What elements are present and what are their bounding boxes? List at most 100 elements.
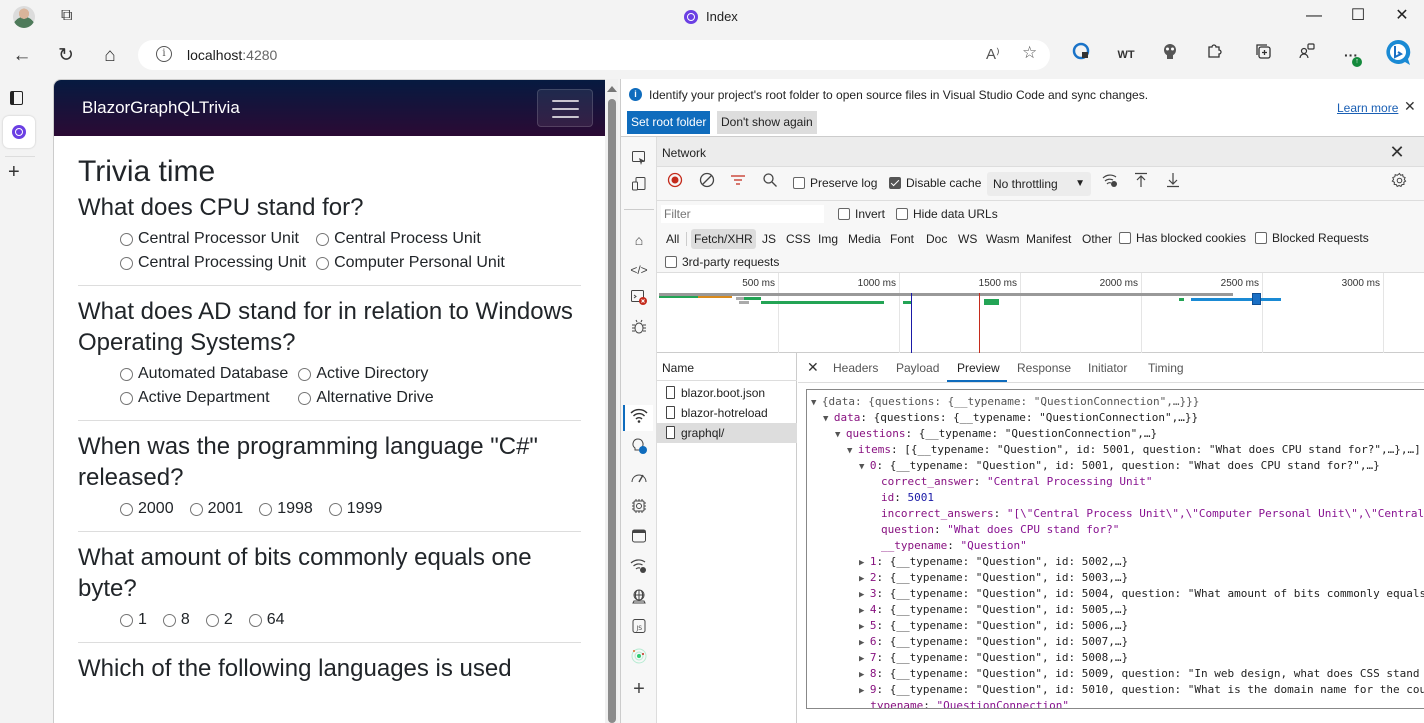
clear-button[interactable]	[695, 172, 719, 196]
filter-type-font[interactable]: Font	[887, 229, 917, 249]
tab-initiator[interactable]: Initiator	[1088, 361, 1127, 375]
radio-button[interactable]	[120, 256, 133, 270]
answer-option[interactable]: 1998	[259, 497, 313, 521]
back-button[interactable]: ←	[8, 42, 36, 70]
answer-option[interactable]: 8	[162, 608, 190, 632]
radio-button[interactable]	[120, 232, 133, 246]
new-tab-button[interactable]: +	[8, 161, 20, 184]
tab-index[interactable]	[3, 116, 35, 148]
expanded-triangle-icon[interactable]: ▼	[859, 462, 870, 472]
collapsed-triangle-icon[interactable]: ▶	[859, 686, 870, 696]
json-line[interactable]: ▶ 3: {__typename: "Question", id: 5004, …	[859, 586, 1424, 603]
answer-option[interactable]: Central Process Unit	[316, 227, 505, 251]
radio-button[interactable]	[316, 256, 330, 270]
collapsed-triangle-icon[interactable]: ▶	[859, 622, 870, 632]
javascript-profiler-icon[interactable]: JS	[627, 617, 651, 641]
profile-avatar[interactable]	[13, 6, 35, 28]
network-console-globe-icon[interactable]	[627, 587, 651, 611]
filter-type-wasm[interactable]: Wasm	[983, 229, 1023, 249]
maximize-button[interactable]: ☐	[1343, 4, 1373, 28]
console-icon[interactable]	[627, 288, 651, 312]
home-button[interactable]: ⌂	[96, 42, 124, 70]
collections-icon[interactable]	[1251, 42, 1275, 68]
minimize-button[interactable]: —	[1299, 4, 1329, 28]
filter-type-other[interactable]: Other	[1079, 229, 1115, 249]
json-line[interactable]: ▶ 9: {__typename: "Question", id: 5010, …	[859, 682, 1424, 699]
answer-option[interactable]: 1	[120, 608, 147, 632]
disable-cache-checkbox[interactable]: Disable cache	[889, 176, 981, 190]
radio-button[interactable]	[120, 613, 133, 627]
preserve-log-checkbox[interactable]: Preserve log	[793, 176, 877, 190]
collapsed-triangle-icon[interactable]: ▶	[859, 574, 870, 584]
answer-option[interactable]: 1999	[328, 497, 382, 521]
expanded-triangle-icon[interactable]: ▼	[823, 414, 834, 424]
radio-button[interactable]	[162, 613, 176, 627]
name-column-header[interactable]: Name	[657, 353, 797, 381]
answer-option[interactable]: 2	[205, 608, 233, 632]
radio-button[interactable]	[259, 502, 273, 516]
network-overview-timeline[interactable]: 500 ms 1000 ms 1500 ms 2000 ms 2500 ms 3000 m…	[657, 273, 1424, 353]
filter-toggle-button[interactable]	[726, 172, 750, 196]
hide-data-urls-checkbox[interactable]: Hide data URLs	[896, 207, 998, 221]
radio-button[interactable]	[189, 502, 203, 516]
wt-extension-icon[interactable]: WT	[1114, 42, 1138, 68]
elements-icon[interactable]: </>	[627, 258, 651, 282]
collapsed-triangle-icon[interactable]: ▶	[859, 590, 870, 600]
answer-option[interactable]: Active Department	[120, 386, 288, 410]
json-line[interactable]: ▼ questions: {__typename: "QuestionConne…	[835, 426, 1157, 443]
radio-button[interactable]	[120, 367, 133, 381]
answer-option[interactable]: Computer Personal Unit	[316, 251, 505, 275]
tab-response[interactable]: Response	[1017, 361, 1071, 375]
filter-type-ws[interactable]: WS	[955, 229, 980, 249]
close-panel-icon[interactable]: ✕	[1379, 139, 1415, 165]
nav-toggle-button[interactable]	[537, 89, 593, 127]
expanded-triangle-icon[interactable]: ▼	[835, 430, 846, 440]
close-window-button[interactable]: ✕	[1387, 4, 1417, 28]
dont-show-again-button[interactable]: Don't show again	[717, 111, 817, 134]
radio-button[interactable]	[298, 391, 312, 405]
collapsed-triangle-icon[interactable]: ▶	[859, 638, 870, 648]
request-row[interactable]: blazor-hotreload	[657, 403, 797, 423]
filter-type-all[interactable]: All	[663, 229, 682, 249]
json-line[interactable]: ▶ 7: {__typename: "Question", id: 5008,……	[859, 650, 1128, 667]
json-line[interactable]: ▶ 5: {__typename: "Question", id: 5006,……	[859, 618, 1128, 635]
scrollbar-thumb[interactable]	[608, 99, 616, 723]
answer-option[interactable]: Active Directory	[298, 362, 433, 386]
workspaces-icon[interactable]: ⧉	[61, 7, 72, 25]
close-detail-icon[interactable]: ✕	[807, 359, 819, 376]
third-party-requests-checkbox[interactable]: 3rd-party requests	[665, 255, 779, 269]
inspect-element-icon[interactable]	[627, 149, 651, 173]
request-row[interactable]: graphql/	[657, 423, 797, 443]
json-preview[interactable]: ▼ {data: {questions: {__typename: "Quest…	[806, 389, 1424, 709]
network-conditions-button[interactable]	[1098, 172, 1122, 196]
network-settings-gear-icon[interactable]	[1387, 172, 1411, 196]
json-line[interactable]: ▶ 2: {__typename: "Question", id: 5003,……	[859, 570, 1128, 587]
filter-type-css[interactable]: CSS	[783, 229, 814, 249]
json-line[interactable]: ▶ 8: {__typename: "Question", id: 5009, …	[859, 666, 1424, 683]
blocked-requests-checkbox[interactable]: Blocked Requests	[1255, 231, 1369, 245]
sources-bug-icon[interactable]	[627, 318, 651, 342]
radio-button[interactable]	[316, 232, 330, 246]
password-manager-extension-icon[interactable]	[1070, 42, 1092, 68]
tab-actions-icon[interactable]	[10, 91, 23, 105]
filter-type-img[interactable]: Img	[815, 229, 841, 249]
learn-more-link[interactable]: Learn more	[1337, 101, 1398, 115]
address-url[interactable]: localhost:4280	[187, 47, 277, 63]
record-button[interactable]	[663, 172, 687, 196]
expanded-triangle-icon[interactable]: ▼	[847, 446, 858, 456]
radio-button[interactable]	[248, 613, 262, 627]
application-window-icon[interactable]	[627, 527, 651, 551]
radio-button[interactable]	[120, 391, 133, 405]
radio-button[interactable]	[205, 613, 219, 627]
has-blocked-cookies-checkbox[interactable]: Has blocked cookies	[1119, 231, 1246, 245]
radio-button[interactable]	[328, 502, 342, 516]
scroll-up-arrow-icon[interactable]	[607, 86, 617, 92]
filter-input[interactable]	[661, 205, 824, 223]
tab-headers[interactable]: Headers	[833, 361, 878, 375]
throttling-select[interactable]: No throttling ▼	[987, 172, 1091, 196]
collapsed-triangle-icon[interactable]: ▶	[859, 670, 870, 680]
filter-type-fetchxhr[interactable]: Fetch/XHR	[691, 229, 756, 249]
infobar-close-icon[interactable]: ✕	[1404, 98, 1416, 115]
add-favorite-icon[interactable]: ☆	[1022, 43, 1037, 63]
more-tools-plus-icon[interactable]: +	[627, 677, 651, 701]
